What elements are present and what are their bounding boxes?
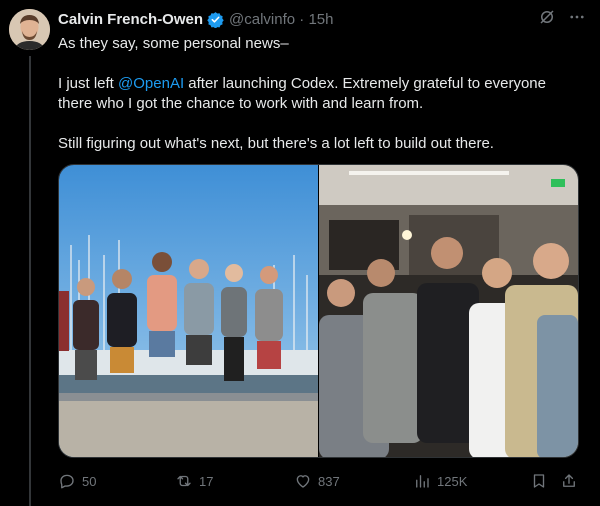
photo-office-group[interactable]	[319, 165, 578, 457]
share-button[interactable]	[560, 472, 578, 490]
reply-button[interactable]: 50	[58, 472, 96, 490]
photo-marina-group[interactable]	[59, 165, 318, 457]
avatar[interactable]	[9, 9, 50, 50]
post-header: Calvin French-Owen @calvinfo · 15h	[58, 8, 586, 30]
more-icon[interactable]	[568, 8, 586, 30]
post-line-3: there who I got the chance to work with …	[58, 95, 424, 112]
handle-and-time[interactable]: @calvinfo · 15h	[229, 11, 333, 28]
like-button[interactable]: 837	[294, 472, 340, 490]
post-line-2-start: I just left	[58, 75, 119, 92]
repost-icon	[177, 475, 191, 487]
bookmark-button[interactable]	[530, 472, 548, 490]
reply-count: 50	[82, 473, 97, 489]
thread-line	[29, 56, 31, 506]
repost-count: 17	[199, 473, 214, 489]
like-count: 837	[318, 473, 340, 489]
author-name[interactable]: Calvin French-Owen	[58, 11, 203, 28]
post-line-2-end: after launching Codex. Extremely gratefu…	[184, 75, 546, 92]
views-button[interactable]: 125K	[413, 472, 467, 490]
views-icon	[416, 475, 429, 488]
views-count: 125K	[437, 473, 468, 489]
repost-button[interactable]: 17	[175, 472, 213, 490]
share-icon	[563, 474, 575, 487]
post-actions: 50 17 837 125K	[58, 470, 578, 492]
post-line-4: Still figuring out what's next, but ther…	[58, 135, 494, 152]
heart-icon	[296, 475, 310, 488]
post-text: As they say, some personal news– I just …	[58, 34, 578, 154]
post-line-2: I just left @OpenAI after launching Code…	[58, 74, 578, 94]
grok-icon[interactable]	[538, 8, 556, 30]
bookmark-icon	[533, 474, 545, 488]
reply-icon	[60, 474, 74, 489]
post-line-1: As they say, some personal news–	[58, 35, 289, 52]
media-grid	[58, 164, 579, 458]
mention-link[interactable]: @OpenAI	[118, 75, 184, 92]
verified-badge-icon	[207, 11, 224, 28]
